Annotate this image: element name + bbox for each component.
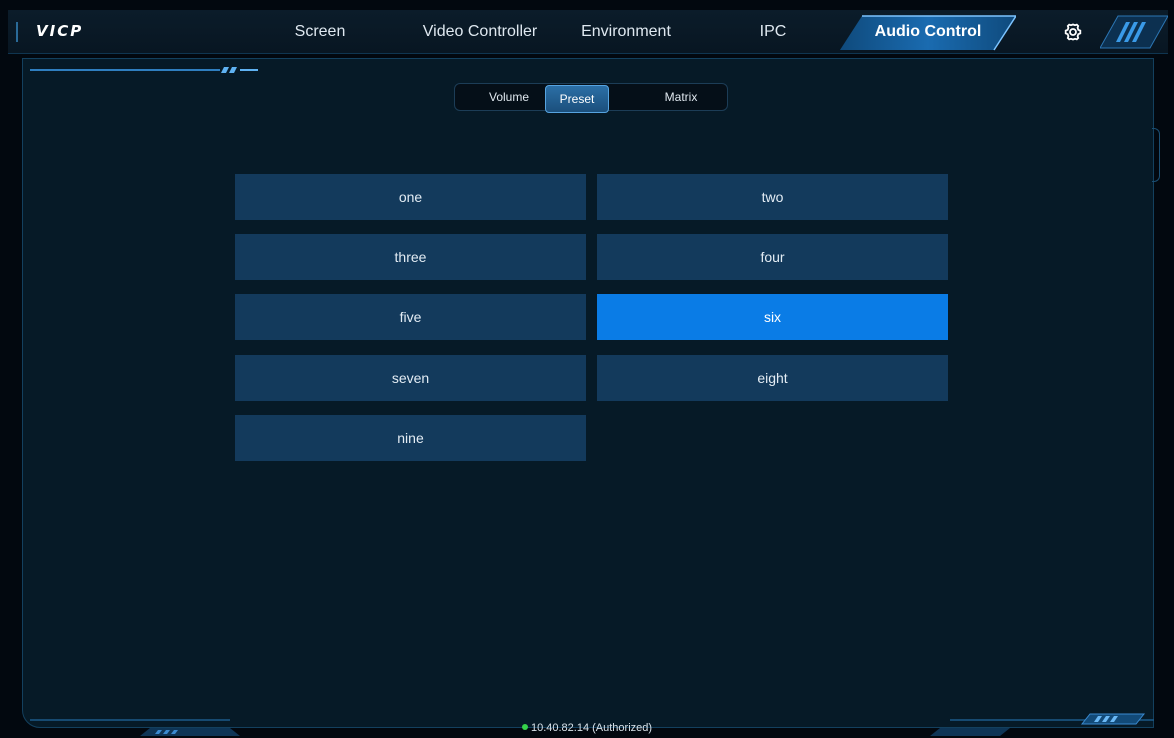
top-right-decoration <box>1100 15 1168 49</box>
preset-button-eight[interactable]: eight <box>597 355 948 401</box>
audio-mode-segmented-control: Volume Preset Matrix <box>454 83 728 113</box>
preset-button-three[interactable]: three <box>235 234 586 280</box>
status-indicator-icon <box>521 724 528 730</box>
panel-side-notch <box>1152 128 1160 182</box>
panel-header-decoration <box>30 67 258 73</box>
preset-button-two[interactable]: two <box>597 174 948 220</box>
nav-tab-video-controller[interactable]: Video Controller <box>410 10 550 54</box>
nav-tab-screen[interactable]: Screen <box>280 10 360 54</box>
nav-tab-audio-control[interactable]: Audio Control <box>858 10 998 54</box>
connection-status: 10.40.82.14 (Authorized) <box>0 722 1174 738</box>
nav-tab-environment[interactable]: Environment <box>566 10 686 54</box>
gear-icon[interactable] <box>1063 22 1083 42</box>
app-window: VICP Screen Video Controller Environment… <box>0 0 1174 738</box>
preset-button-seven[interactable]: seven <box>235 355 586 401</box>
nav-tab-ipc[interactable]: IPC <box>748 10 798 54</box>
preset-button-one[interactable]: one <box>235 174 586 220</box>
preset-button-five[interactable]: five <box>235 294 586 340</box>
preset-button-six[interactable]: six <box>597 294 948 340</box>
preset-button-four[interactable]: four <box>597 234 948 280</box>
subtab-matrix[interactable]: Matrix <box>649 84 713 110</box>
connection-status-text: 10.40.82.14 (Authorized) <box>530 722 653 734</box>
subtab-preset[interactable]: Preset <box>545 85 609 113</box>
top-nav-bar: VICP Screen Video Controller Environment… <box>8 10 1168 54</box>
subtab-volume[interactable]: Volume <box>477 84 541 110</box>
main-panel <box>22 58 1154 728</box>
nav-left-divider <box>16 22 18 42</box>
app-logo: VICP <box>36 22 84 40</box>
preset-button-nine[interactable]: nine <box>235 415 586 461</box>
